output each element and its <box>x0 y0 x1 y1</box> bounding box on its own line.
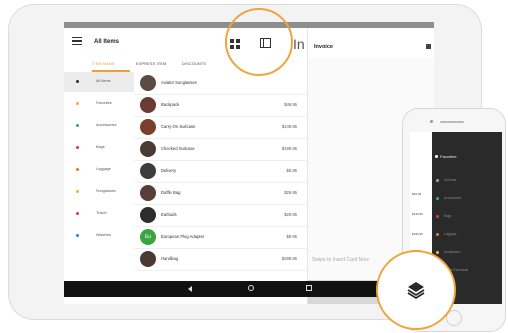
item-name: Duffle Bag <box>161 190 181 195</box>
category-dot-icon <box>436 233 439 236</box>
list-item[interactable]: Checked Suitcase $199.95 <box>134 138 307 161</box>
list-item[interactable]: Carry-On Suitcase $149.95 <box>134 116 307 139</box>
invoice-title: Invoice <box>314 44 333 50</box>
category-dot-icon <box>76 212 79 215</box>
sidebar-item-favorites[interactable]: Favorites <box>64 94 134 114</box>
item-thumbnail <box>140 97 156 113</box>
sidebar-item-label: Travel <box>96 211 107 215</box>
item-price: $199.95 <box>281 146 297 151</box>
category-dot-icon <box>436 215 439 218</box>
sidebar-item-label: All Items <box>96 79 111 83</box>
menu-icon[interactable] <box>72 37 82 46</box>
tab-express-item[interactable]: EXPRESS ITEM <box>136 62 166 66</box>
drawer-title: Favorites <box>440 154 457 159</box>
list-item[interactable]: Delivery $5.95 <box>134 160 307 183</box>
item-name: Aviator Sunglasses <box>161 80 197 85</box>
drawer-item-label: Bags <box>444 214 452 218</box>
drawer-item[interactable]: Accessories <box>436 194 496 204</box>
item-thumbnail <box>140 119 156 135</box>
category-dot-icon <box>76 190 79 193</box>
item-name: Handbag <box>161 256 178 261</box>
sidebar-item-label: Accessories <box>96 123 117 127</box>
list-item[interactable]: Duffle Bag $29.95 <box>134 182 307 205</box>
invoice-title-partial: In <box>293 36 305 52</box>
sidebar-item-sunglasses[interactable]: Sunglasses <box>64 182 134 202</box>
item-name: Checked Suitcase <box>161 146 195 151</box>
item-name: European Plug Adapter <box>161 234 205 239</box>
item-name: Backpack <box>161 102 180 107</box>
item-price: $199.95 <box>412 232 423 236</box>
item-thumbnail: Eu <box>140 229 156 245</box>
item-price: $299.95 <box>281 256 297 261</box>
sidebar-item-label: Sunglasses <box>96 189 116 193</box>
list-item[interactable]: Backpack $49.95 <box>134 94 307 117</box>
speaker-grille <box>440 121 464 123</box>
home-icon[interactable] <box>248 285 254 291</box>
category-dot-icon <box>76 168 79 171</box>
item-list: Aviator Sunglasses Backpack $49.95 Carry-… <box>134 72 307 304</box>
item-name: Earbuds <box>161 212 177 217</box>
recent-apps-icon[interactable] <box>306 285 312 291</box>
overflow-menu-icon[interactable] <box>426 44 431 49</box>
category-dot-icon <box>76 124 79 127</box>
list-item[interactable]: Aviator Sunglasses <box>134 72 307 95</box>
item-price: $149.95 <box>281 124 297 129</box>
item-thumbnail <box>140 207 156 223</box>
camera-icon <box>430 120 433 123</box>
back-icon[interactable] <box>188 286 192 292</box>
category-sidebar: All Items Favorites Accessories Bags Lug… <box>64 72 134 304</box>
category-dot-icon <box>436 251 439 254</box>
highlight-circle <box>225 8 293 76</box>
drawer-item-label: Accessories <box>444 196 462 200</box>
item-name: Delivery <box>161 168 177 173</box>
category-dot-icon <box>76 146 79 149</box>
sidebar-item-bags[interactable]: Bags <box>64 138 134 158</box>
sidebar-item-luggage[interactable]: Luggage <box>64 160 134 180</box>
item-thumbnail <box>140 251 156 267</box>
swipe-card-prompt: Swipe to Insert Card Now <box>312 257 369 263</box>
list-item[interactable]: Handbag $299.95 <box>134 248 307 271</box>
drawer-item-label: Luggage <box>444 232 457 236</box>
item-price: $29.95 <box>284 212 297 217</box>
list-item[interactable]: Earbuds $29.95 <box>134 204 307 227</box>
sidebar-item-label: Watches <box>96 233 111 237</box>
category-dot-icon <box>436 179 439 182</box>
category-dot-icon <box>76 234 79 237</box>
category-dot-icon <box>76 80 79 83</box>
item-price: $49.95 <box>412 192 422 196</box>
layers-icon[interactable] <box>406 280 426 300</box>
list-item[interactable]: Eu European Plug Adapter $8.95 <box>134 226 307 249</box>
item-price: $8.95 <box>286 234 297 239</box>
tab-item-name[interactable]: ITEM NAME <box>92 62 115 66</box>
drawer-item-label: Sunglasses <box>444 250 461 254</box>
item-thumbnail <box>140 75 156 91</box>
sidebar-item-accessories[interactable]: Accessories <box>64 116 134 136</box>
drawer-item[interactable]: All Items <box>436 176 496 186</box>
drawer-item[interactable]: Bags <box>436 212 496 222</box>
highlight-circle <box>376 250 456 330</box>
item-price: $29.95 <box>284 190 297 195</box>
category-dot-icon <box>436 197 439 200</box>
sidebar-item-label: Bags <box>96 145 105 149</box>
tab-discounts[interactable]: DISCOUNTS <box>182 62 206 66</box>
sidebar-item-label: Luggage <box>96 167 111 171</box>
item-name: Carry-On Suitcase <box>161 124 196 129</box>
sidebar-item-label: Favorites <box>96 101 112 105</box>
item-thumbnail <box>140 163 156 179</box>
item-thumbnail <box>140 141 156 157</box>
drawer-item[interactable]: Sunglasses <box>436 248 496 258</box>
item-thumbnail <box>140 185 156 201</box>
item-price: $49.95 <box>284 102 297 107</box>
category-dot-icon <box>76 102 79 105</box>
sidebar-item-travel[interactable]: Travel <box>64 204 134 224</box>
page-title: All Items <box>94 39 120 45</box>
sidebar-item-all-items[interactable]: All Items <box>64 72 134 92</box>
item-price: $5.95 <box>286 168 297 173</box>
favorites-dot-icon <box>435 155 438 158</box>
item-price: $149.95 <box>412 212 423 216</box>
drawer-item[interactable]: Luggage <box>436 230 496 240</box>
sidebar-item-watches[interactable]: Watches <box>64 226 134 246</box>
drawer-item-label: All Items <box>444 178 457 182</box>
